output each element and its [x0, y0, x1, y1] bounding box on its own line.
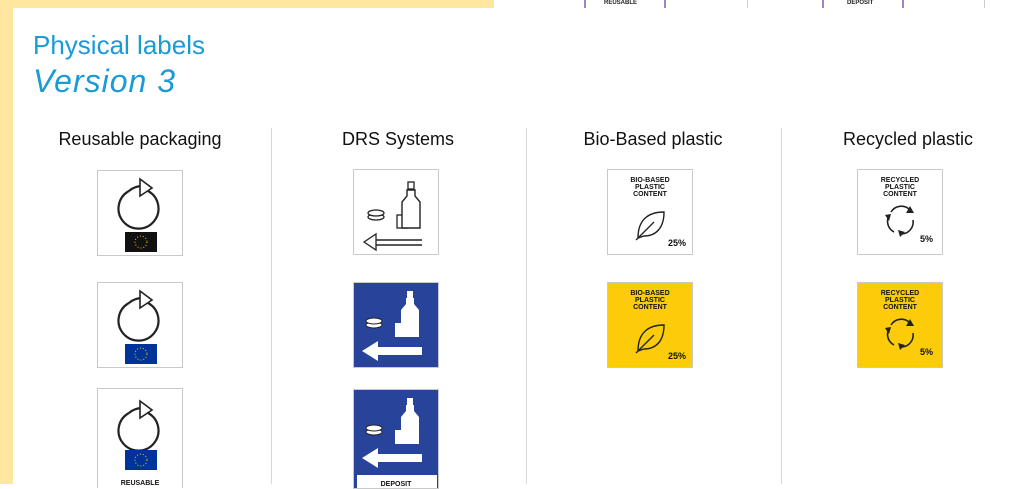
page-title: Physical labels [33, 30, 205, 60]
bottle-can-return-icon [357, 398, 437, 488]
reusable-label-with-caption: REUSABLE [97, 388, 183, 488]
recycled-label-white: RECYCLED PLASTIC CONTENT 5% [857, 169, 943, 255]
drs-caption: DEPOSIT [380, 481, 412, 488]
reusable-label-eu-flag [97, 282, 183, 368]
column-heading-drs: DRS Systems [341, 129, 455, 149]
recycled-label-yellow: RECYCLED PLASTIC CONTENT 5% [857, 282, 943, 368]
drs-label-blue [353, 282, 439, 368]
peek-left-text: REUSABLE [604, 0, 638, 6]
recycled-percent: 5% [920, 347, 934, 357]
column-heading-recycled: Recycled plastic [842, 129, 974, 149]
peek-right-text: DEPOSIT [847, 0, 874, 6]
reuse-arrow-icon [117, 399, 160, 470]
peek-separator [747, 0, 748, 8]
bottle-can-return-icon [362, 181, 422, 252]
bio-label-white: BIO-BASED PLASTIC CONTENT 25% [607, 169, 693, 255]
bottle-can-return-icon [362, 291, 422, 361]
bio-percent: 25% [668, 238, 687, 248]
reuse-arrow-icon [117, 289, 160, 364]
eu-flag-icon [125, 450, 157, 470]
page-subtitle: Version 3 [33, 63, 176, 99]
bio-label-yellow: BIO-BASED PLASTIC CONTENT 25% [607, 282, 693, 368]
column-divider [271, 128, 272, 484]
peek-separator [984, 0, 985, 8]
eu-flag-icon [125, 344, 157, 364]
column-divider [781, 128, 782, 484]
drs-label-white [353, 169, 439, 255]
reusable-label-black-flag [97, 170, 183, 256]
column-divider [526, 128, 527, 484]
column-heading-reusable: Reusable packaging [58, 129, 222, 149]
reuse-arrow-icon [117, 177, 160, 252]
previous-slide-peek: REUSABLE DEPOSIT [494, 0, 1025, 10]
column-heading-bio: Bio-Based plastic [583, 129, 723, 149]
bio-percent: 25% [668, 351, 687, 361]
background-left-band [0, 0, 13, 484]
recycled-percent: 5% [920, 234, 934, 244]
drs-label-blue-with-caption: DEPOSIT [353, 389, 439, 489]
background-top-band [0, 0, 494, 8]
eu-flag-icon [125, 232, 157, 252]
